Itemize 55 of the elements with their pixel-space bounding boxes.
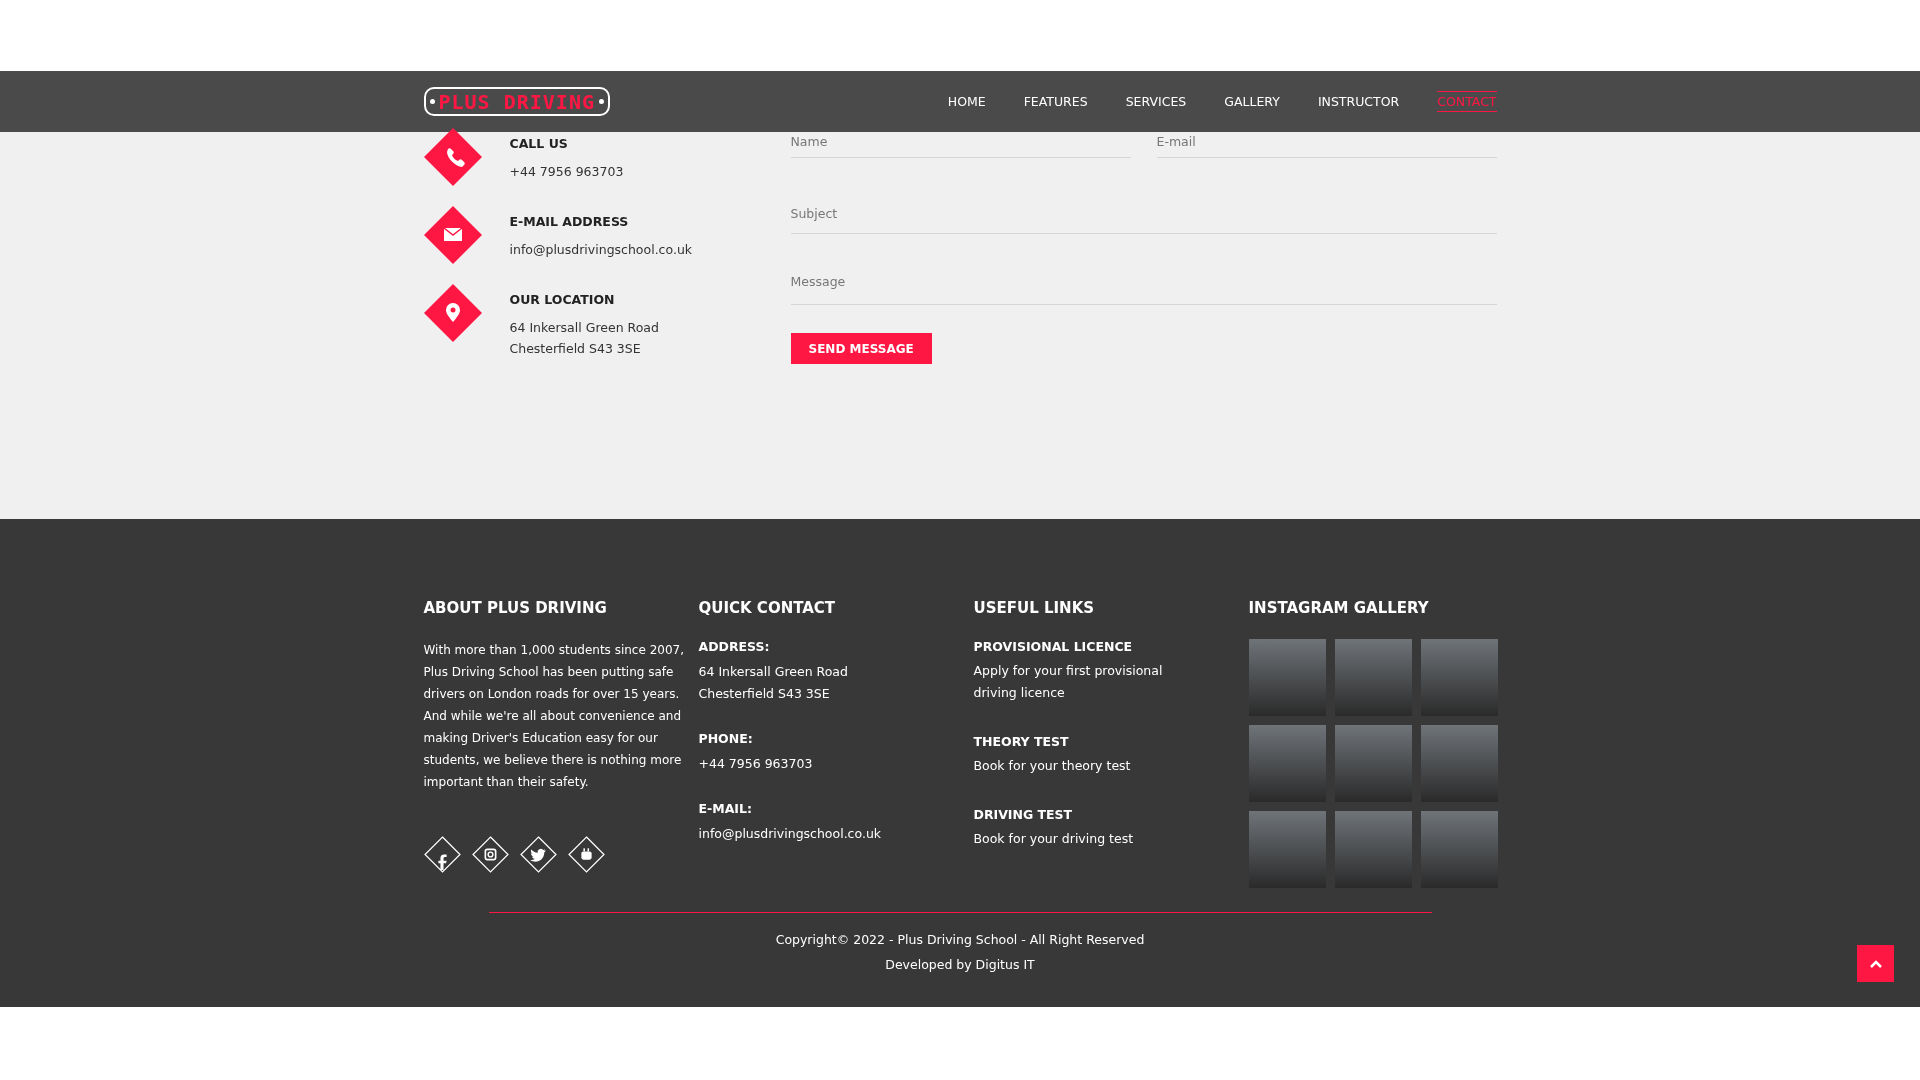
photo-placeholder[interactable] <box>1248 811 1326 888</box>
footer-heading: INSTAGRAM GALLERY <box>1248 599 1430 617</box>
phone-icon <box>423 128 482 186</box>
developer-credit: Developed by Digitus IT <box>885 957 1035 972</box>
chevron-up-icon <box>1868 958 1883 969</box>
send-message-button[interactable]: SEND MESSAGE <box>790 333 932 364</box>
footer-heading: QUICK CONTACT <box>698 599 837 617</box>
subject-field[interactable]: Subject <box>790 200 1497 234</box>
footer-heading: USEFUL LINKS <box>973 599 1096 617</box>
contact-label: ADDRESS: <box>698 639 771 654</box>
twitter-bird-icon[interactable] <box>519 836 557 873</box>
photo-placeholder[interactable] <box>1334 811 1412 888</box>
about-text: With more than 1,000 students since 2007, Plus Driving School has been putting safe drivers on London roads for over 15 years. And while we're all about convenience and making Driver's Education easy for our students, we believe there is nothing more important than their safety. <box>423 642 685 791</box>
contact-detail: 64 Inkersall Green Road <box>698 663 849 681</box>
link-description: Book for your theory test <box>973 757 1132 775</box>
footer-heading: ABOUT PLUS DRIVING <box>423 599 608 617</box>
photo-placeholder[interactable] <box>1334 725 1412 802</box>
photo-placeholder[interactable] <box>1248 639 1326 716</box>
contact-detail: Chesterfield S43 3SE <box>509 340 642 358</box>
link-description: Apply for your first provisional driving licence <box>973 662 1164 702</box>
contact-detail: info@plusdrivingschool.co.uk <box>698 825 883 843</box>
contact-title: CALL US <box>509 136 569 151</box>
contact-title: E-MAIL ADDRESS <box>509 214 630 229</box>
contact-title: OUR LOCATION <box>509 292 616 307</box>
contact-detail: +44 7956 963703 <box>698 755 814 773</box>
contact-detail: Chesterfield S43 3SE <box>698 685 831 703</box>
photo-placeholder[interactable] <box>1420 725 1498 802</box>
nav-link[interactable]: FEATURES <box>1023 91 1088 112</box>
envelope-icon <box>423 206 482 264</box>
email-field[interactable]: E-mail <box>1156 132 1497 158</box>
useful-link[interactable]: DRIVING TEST <box>973 807 1249 822</box>
youtube-icon[interactable] <box>567 836 605 873</box>
facebook-icon[interactable] <box>423 836 461 873</box>
location-pin-icon <box>423 284 482 342</box>
photo-placeholder[interactable] <box>1420 811 1498 888</box>
nav-link[interactable]: HOME <box>947 91 986 112</box>
name-field[interactable]: Name <box>790 132 1131 158</box>
copyright-text: Copyright© 2022 - Plus Driving School - All Right Reserved <box>775 932 1145 947</box>
photo-placeholder[interactable] <box>1248 725 1326 802</box>
nav-link[interactable]: GALLERY <box>1224 91 1280 112</box>
contact-detail: info@plusdrivingschool.co.uk <box>509 241 693 259</box>
instagram-icon[interactable] <box>471 836 509 873</box>
message-field[interactable]: Message <box>790 273 1497 305</box>
contact-detail: 64 Inkersall Green Road <box>509 319 659 337</box>
back-to-top-button[interactable] <box>1857 945 1894 982</box>
link-description: Book for your driving test <box>973 830 1135 848</box>
photo-placeholder[interactable] <box>1420 639 1498 716</box>
nav-link[interactable]: SERVICES <box>1125 91 1187 112</box>
contact-detail: +44 7956 963703 <box>509 163 624 181</box>
nav-link[interactable]: INSTRUCTOR <box>1317 91 1400 112</box>
contact-label: E-MAIL: <box>698 801 753 816</box>
contact-label: PHONE: <box>698 731 754 746</box>
useful-link[interactable]: PROVISIONAL LICENCE <box>973 639 1249 654</box>
photo-placeholder[interactable] <box>1334 639 1412 716</box>
useful-link[interactable]: THEORY TEST <box>973 734 1249 749</box>
